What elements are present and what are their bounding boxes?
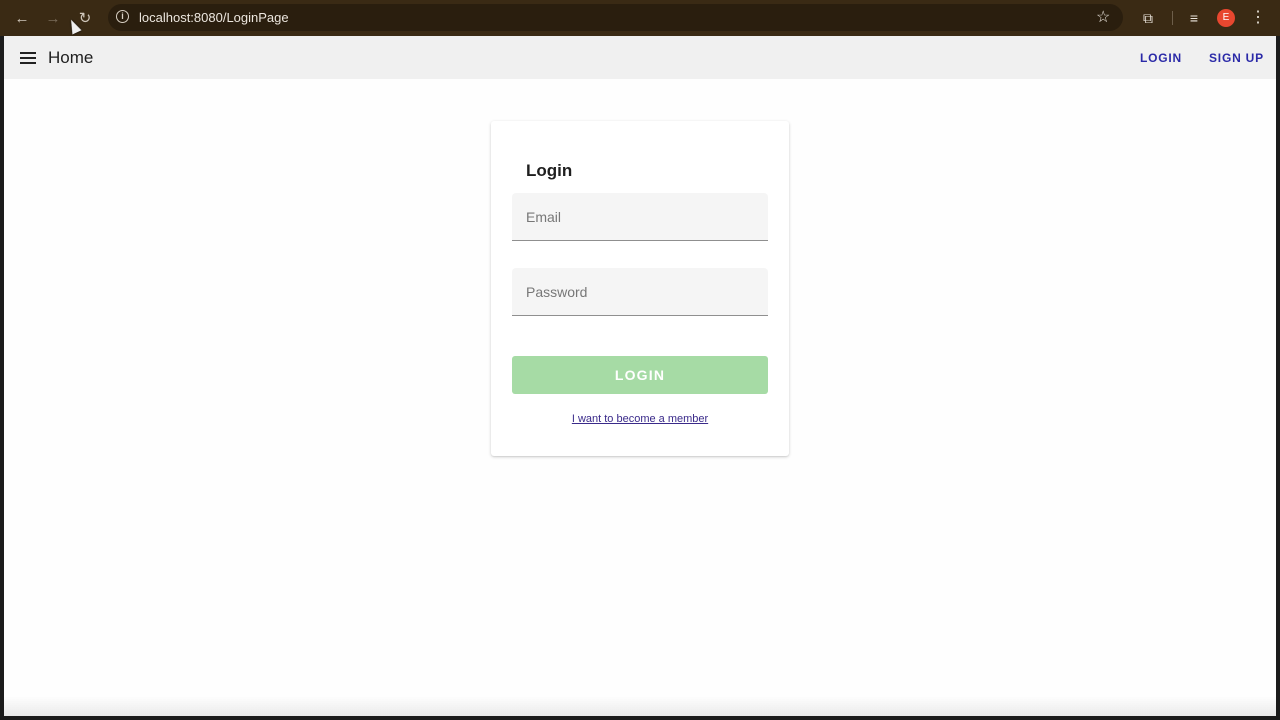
media-controls-icon[interactable]: ≡ xyxy=(1183,7,1205,29)
email-field[interactable] xyxy=(512,193,768,241)
app-title: Home xyxy=(48,48,94,67)
password-input[interactable] xyxy=(512,268,768,315)
forward-icon[interactable]: → xyxy=(42,7,64,29)
toolbar-divider xyxy=(1172,11,1173,25)
profile-avatar[interactable]: E xyxy=(1217,9,1235,27)
email-input[interactable] xyxy=(512,193,768,240)
page-viewport: Home LOGIN SIGN UP Login LOGIN I want to… xyxy=(4,36,1276,716)
back-icon[interactable]: ← xyxy=(11,7,33,29)
bookmark-star-icon[interactable]: ☆ xyxy=(1096,7,1110,27)
site-info-icon[interactable]: i xyxy=(116,10,129,23)
password-field[interactable] xyxy=(512,268,768,316)
hamburger-menu-icon[interactable] xyxy=(20,52,36,64)
browser-toolbar: ← → ↻ i localhost:8080/LoginPage ☆ ⧉ ≡ E… xyxy=(0,0,1280,36)
address-bar[interactable]: i localhost:8080/LoginPage ☆ xyxy=(108,4,1123,31)
nav-login-link[interactable]: LOGIN xyxy=(1140,51,1182,65)
extensions-icon[interactable]: ⧉ xyxy=(1137,7,1159,29)
url-text[interactable]: localhost:8080/LoginPage xyxy=(139,10,289,25)
login-card-title: Login xyxy=(526,161,573,180)
login-button[interactable]: LOGIN xyxy=(512,356,768,394)
bottom-shadow xyxy=(4,696,1276,716)
login-card: Login LOGIN I want to become a member xyxy=(491,121,789,456)
browser-menu-icon[interactable]: ⋮ xyxy=(1250,7,1266,29)
app-bar: Home LOGIN SIGN UP xyxy=(4,36,1276,79)
nav-signup-link[interactable]: SIGN UP xyxy=(1209,51,1264,65)
become-member-link[interactable]: I want to become a member xyxy=(491,413,789,425)
